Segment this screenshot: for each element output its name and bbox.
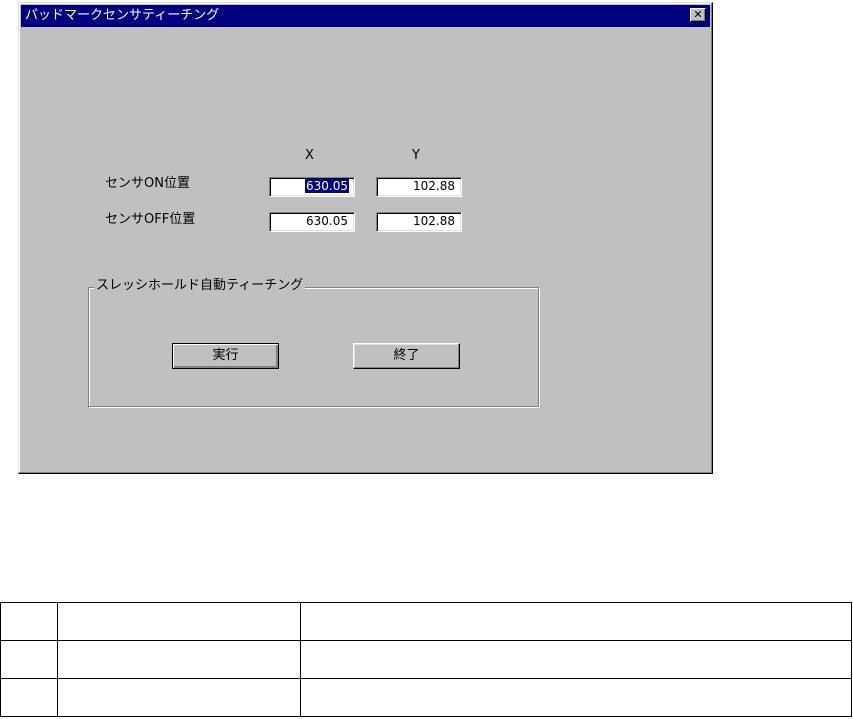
close-icon: ✕ [693,8,703,21]
sensor-on-y-value: 102.88 [413,179,455,193]
sensor-on-x-value: 630.05 [305,179,349,193]
y-column-header: Y [412,148,420,163]
sensor-off-y-value: 102.88 [413,214,455,228]
sensor-on-x-field[interactable]: 630.05 [269,177,355,197]
sensor-off-x-value: 630.05 [306,214,348,228]
threshold-auto-teaching-group: スレッシホールド自動ティーチング 実行 終了 [88,278,539,407]
table-cell [57,640,301,679]
sensor-off-x-field[interactable]: 630.05 [269,212,355,232]
title-bar[interactable]: パッドマークセンサティーチング ✕ [21,5,710,27]
exit-button[interactable]: 終了 [353,343,460,369]
table-cell [300,602,852,641]
table-row [0,678,852,717]
table-row [0,602,852,641]
reference-table [0,602,852,717]
exit-button-label: 終了 [393,348,420,363]
table-cell [57,602,301,641]
table-cell [300,678,852,717]
table-cell [0,640,58,679]
table-cell [300,640,852,679]
group-title: スレッシホールド自動ティーチング [94,278,306,294]
execute-button[interactable]: 実行 [172,343,279,369]
sensor-on-y-field[interactable]: 102.88 [376,177,462,197]
sensor-off-y-field[interactable]: 102.88 [376,212,462,232]
table-cell [0,602,58,641]
table-row [0,640,852,679]
window-title: パッドマークセンサティーチング [25,8,220,23]
x-column-header: X [305,148,314,163]
table-cell [0,678,58,717]
dialog-window: パッドマークセンサティーチング ✕ X Y センサON位置 630.05 102… [18,2,713,474]
sensor-off-position-label: センサOFF位置 [105,212,196,227]
execute-button-label: 実行 [212,348,239,363]
close-button[interactable]: ✕ [690,8,706,22]
table-cell [57,678,301,717]
sensor-on-position-label: センサON位置 [105,176,190,191]
